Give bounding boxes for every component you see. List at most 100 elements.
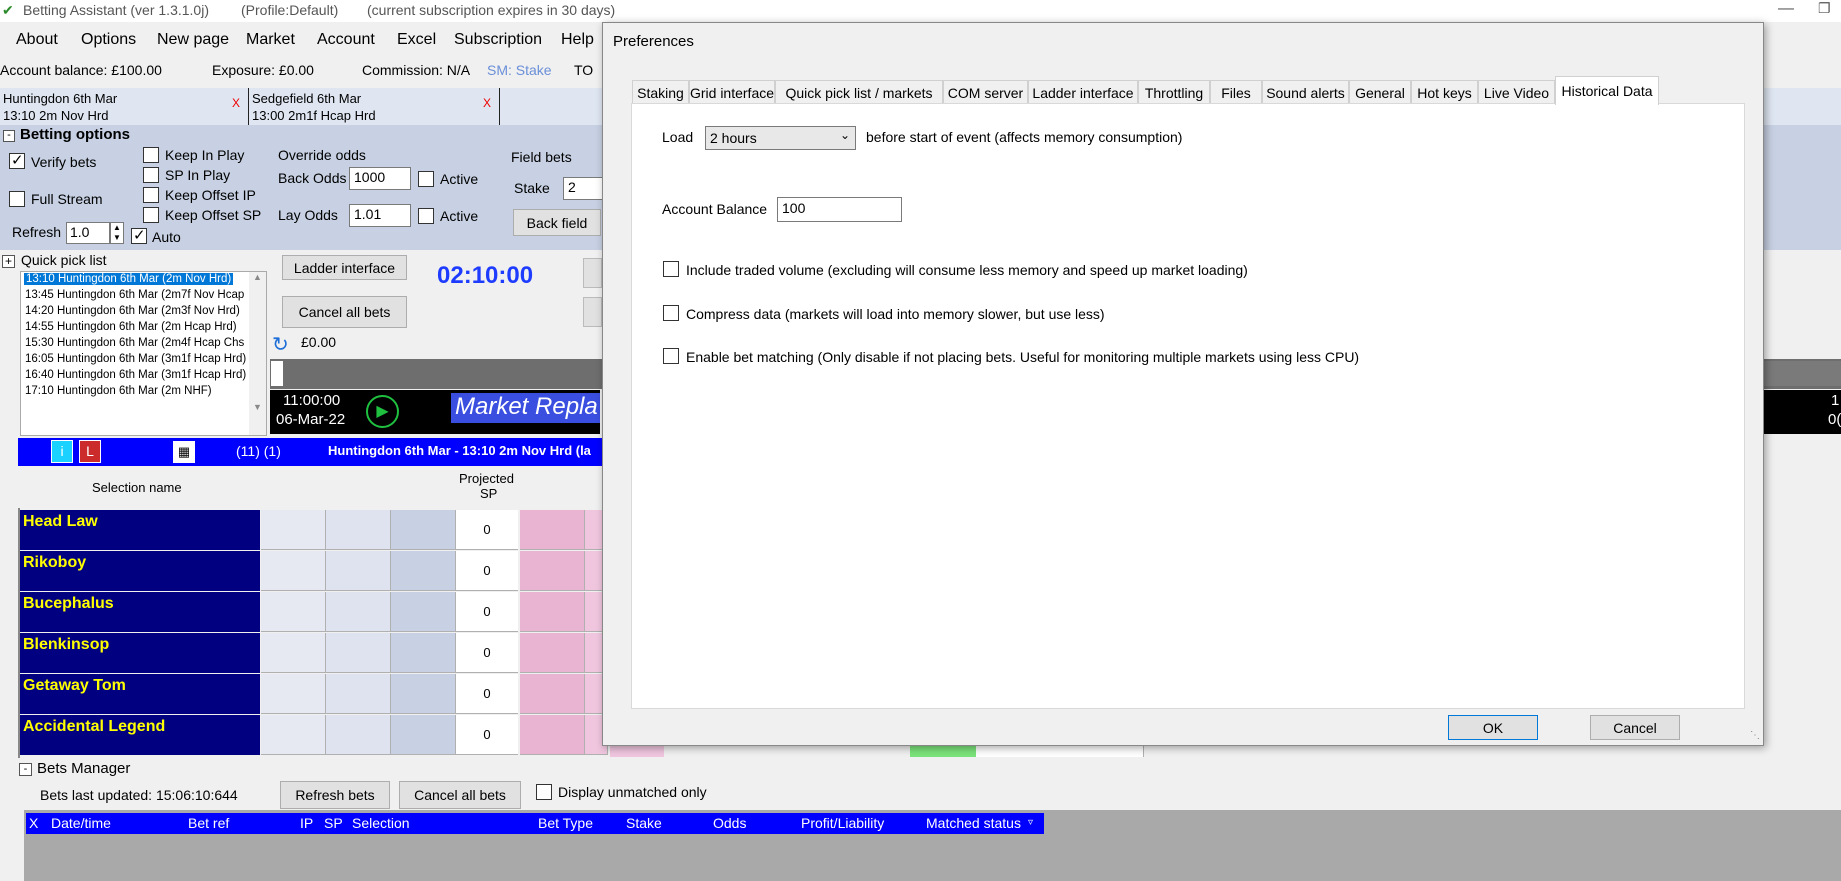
column-header[interactable]: Selection (352, 815, 410, 831)
grid-cell[interactable] (391, 633, 456, 673)
list-item[interactable]: 16:40 Huntingdon 6th Mar (3m1f Hcap Hrd) (25, 369, 246, 381)
column-header[interactable]: Date/time (51, 815, 111, 831)
event-tab-sedgefield[interactable]: Sedgefield 6th Mar 13:00 2m1f Hcap Hrd X (248, 88, 500, 125)
refresh-input[interactable]: 1.0 (66, 222, 110, 244)
l-icon[interactable]: L (79, 440, 101, 463)
column-header[interactable]: Matched status (926, 815, 1021, 831)
back-odds-input[interactable]: 1000 (349, 167, 411, 190)
cancel-all-bets-button[interactable]: Cancel all bets (399, 781, 521, 809)
load-select[interactable]: 2 hours ⌄ (705, 126, 856, 150)
resize-grip-icon[interactable]: ⋱ (1750, 730, 1760, 741)
lay-active-checkbox[interactable] (418, 208, 434, 224)
column-header[interactable]: IP (300, 815, 313, 831)
column-header[interactable]: Bet ref (188, 815, 229, 831)
grid-cell[interactable] (326, 633, 391, 673)
tab-live-video[interactable]: Live Video (1478, 80, 1555, 104)
filter-icon[interactable]: ▿ (1028, 817, 1033, 828)
list-item[interactable]: 17:10 Huntingdon 6th Mar (2m NHF) (25, 385, 212, 397)
menu-account[interactable]: Account (317, 31, 375, 49)
lay-cell[interactable] (520, 674, 585, 714)
replay-slider-thumb[interactable] (271, 361, 283, 386)
runner-name[interactable]: Head Law (20, 510, 260, 550)
grid-cell[interactable] (326, 674, 391, 714)
keep-offset-ip-checkbox[interactable] (143, 187, 159, 203)
list-item[interactable]: 16:05 Huntingdon 6th Mar (3m1f Hcap Hrd) (25, 353, 246, 365)
grid-cell[interactable] (391, 592, 456, 632)
menu-help[interactable]: Help (561, 31, 594, 49)
grid-cell[interactable] (261, 674, 326, 714)
verify-bets-checkbox[interactable] (9, 151, 25, 169)
collapse-icon[interactable]: - (3, 130, 15, 142)
account-balance-input[interactable]: 100 (777, 197, 902, 222)
grid-cell[interactable] (261, 715, 326, 755)
runner-name[interactable]: Bucephalus (20, 592, 260, 632)
tab-general[interactable]: General (1349, 80, 1411, 104)
list-item[interactable]: 15:30 Huntingdon 6th Mar (2m4f Hcap Chs (25, 337, 244, 349)
expand-icon[interactable]: + (2, 255, 15, 268)
lay-cell[interactable] (520, 715, 585, 755)
keep-in-play-checkbox[interactable] (143, 147, 159, 163)
tab-sound-alerts[interactable]: Sound alerts (1262, 80, 1349, 104)
minimize-icon[interactable]: — (1778, 0, 1794, 18)
grid-cell[interactable] (326, 715, 391, 755)
sp-in-play-checkbox[interactable] (143, 167, 159, 183)
lay-odds-input[interactable]: 1.01 (349, 204, 411, 227)
column-header[interactable]: Profit/Liability (801, 815, 884, 831)
ok-button[interactable]: OK (1448, 715, 1538, 740)
staking-mode-link[interactable]: SM: Stake (487, 62, 552, 78)
menu-about[interactable]: About (16, 31, 58, 49)
cancel-button[interactable]: Cancel (1590, 715, 1680, 740)
tab-historical-data[interactable]: Historical Data (1555, 76, 1659, 105)
side-button[interactable] (583, 297, 602, 327)
column-header[interactable]: SP (324, 815, 343, 831)
display-unmatched-checkbox[interactable] (536, 784, 552, 800)
grid-cell[interactable] (391, 674, 456, 714)
runner-name[interactable]: Getaway Tom (20, 674, 260, 714)
lay-cell[interactable] (520, 551, 585, 591)
tab-staking[interactable]: Staking (632, 80, 689, 104)
lay-cell[interactable] (520, 592, 585, 632)
keep-offset-sp-checkbox[interactable] (143, 207, 159, 223)
grid-cell[interactable] (261, 551, 326, 591)
tab-quick-pick[interactable]: Quick pick list / markets (775, 80, 943, 104)
grid-cell[interactable] (261, 592, 326, 632)
refresh-icon[interactable]: ↻ (272, 332, 289, 357)
grid-cell[interactable] (326, 551, 391, 591)
list-item[interactable]: 14:55 Huntingdon 6th Mar (2m Hcap Hrd) (25, 321, 237, 333)
event-tab-huntingdon[interactable]: Huntingdon 6th Mar 13:10 2m Nov Hrd X (0, 88, 246, 125)
ladder-interface-button[interactable]: Ladder interface (282, 255, 407, 280)
compress-data-checkbox[interactable] (663, 305, 679, 321)
collapse-icon[interactable]: - (19, 763, 32, 776)
grid-cell[interactable] (261, 633, 326, 673)
side-button[interactable] (583, 258, 602, 288)
include-traded-volume-checkbox[interactable] (663, 261, 679, 277)
close-tab-icon[interactable]: X (232, 95, 240, 112)
grid-cell[interactable] (391, 551, 456, 591)
lay-cell[interactable] (520, 633, 585, 673)
tab-com-server[interactable]: COM server (943, 80, 1028, 104)
menu-subscription[interactable]: Subscription (454, 31, 542, 49)
menu-excel[interactable]: Excel (397, 31, 436, 49)
grid-cell[interactable] (326, 510, 391, 550)
refresh-spinner[interactable]: ▲ ▼ (110, 222, 124, 244)
column-header[interactable]: Stake (626, 815, 662, 831)
menu-market[interactable]: Market (246, 31, 295, 49)
back-field-button[interactable]: Back field (513, 209, 601, 236)
list-item[interactable]: 13:45 Huntingdon 6th Mar (2m7f Nov Hcap (25, 289, 244, 301)
runner-name[interactable]: Accidental Legend (20, 715, 260, 755)
full-stream-checkbox[interactable] (9, 191, 25, 207)
restore-icon[interactable]: ❐ (1818, 0, 1831, 17)
column-header[interactable]: Odds (713, 815, 746, 831)
runner-name[interactable]: Blenkinsop (20, 633, 260, 673)
chart-icon[interactable]: ▦ (173, 441, 195, 463)
refresh-bets-button[interactable]: Refresh bets (280, 781, 390, 809)
grid-cell[interactable] (391, 510, 456, 550)
menu-new-page[interactable]: New page (157, 31, 229, 49)
grid-cell[interactable] (326, 592, 391, 632)
play-icon[interactable]: ▶ (366, 395, 399, 428)
tab-grid-interface[interactable]: Grid interface (689, 80, 775, 104)
list-item[interactable]: 14:20 Huntingdon 6th Mar (2m3f Nov Hrd) (25, 305, 240, 317)
back-active-checkbox[interactable] (418, 171, 434, 187)
tab-files[interactable]: Files (1210, 80, 1262, 104)
tab-hot-keys[interactable]: Hot keys (1411, 80, 1478, 104)
